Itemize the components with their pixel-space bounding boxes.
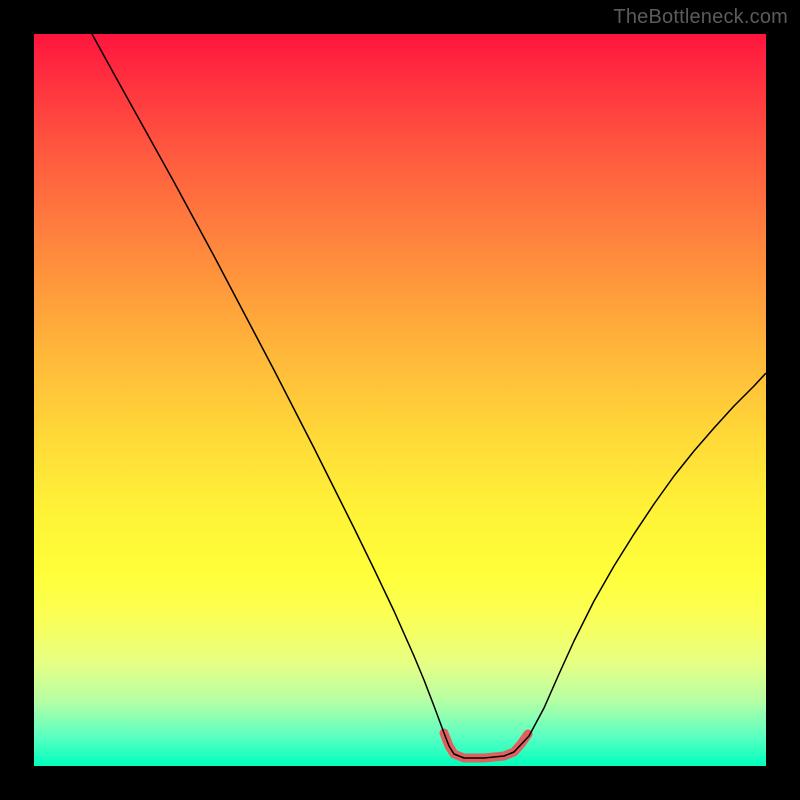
plot-area bbox=[34, 34, 766, 766]
watermark-text: TheBottleneck.com bbox=[613, 6, 788, 29]
bottleneck-curve bbox=[92, 34, 766, 758]
chart-frame: TheBottleneck.com bbox=[0, 0, 800, 800]
curve-layer bbox=[34, 34, 766, 766]
